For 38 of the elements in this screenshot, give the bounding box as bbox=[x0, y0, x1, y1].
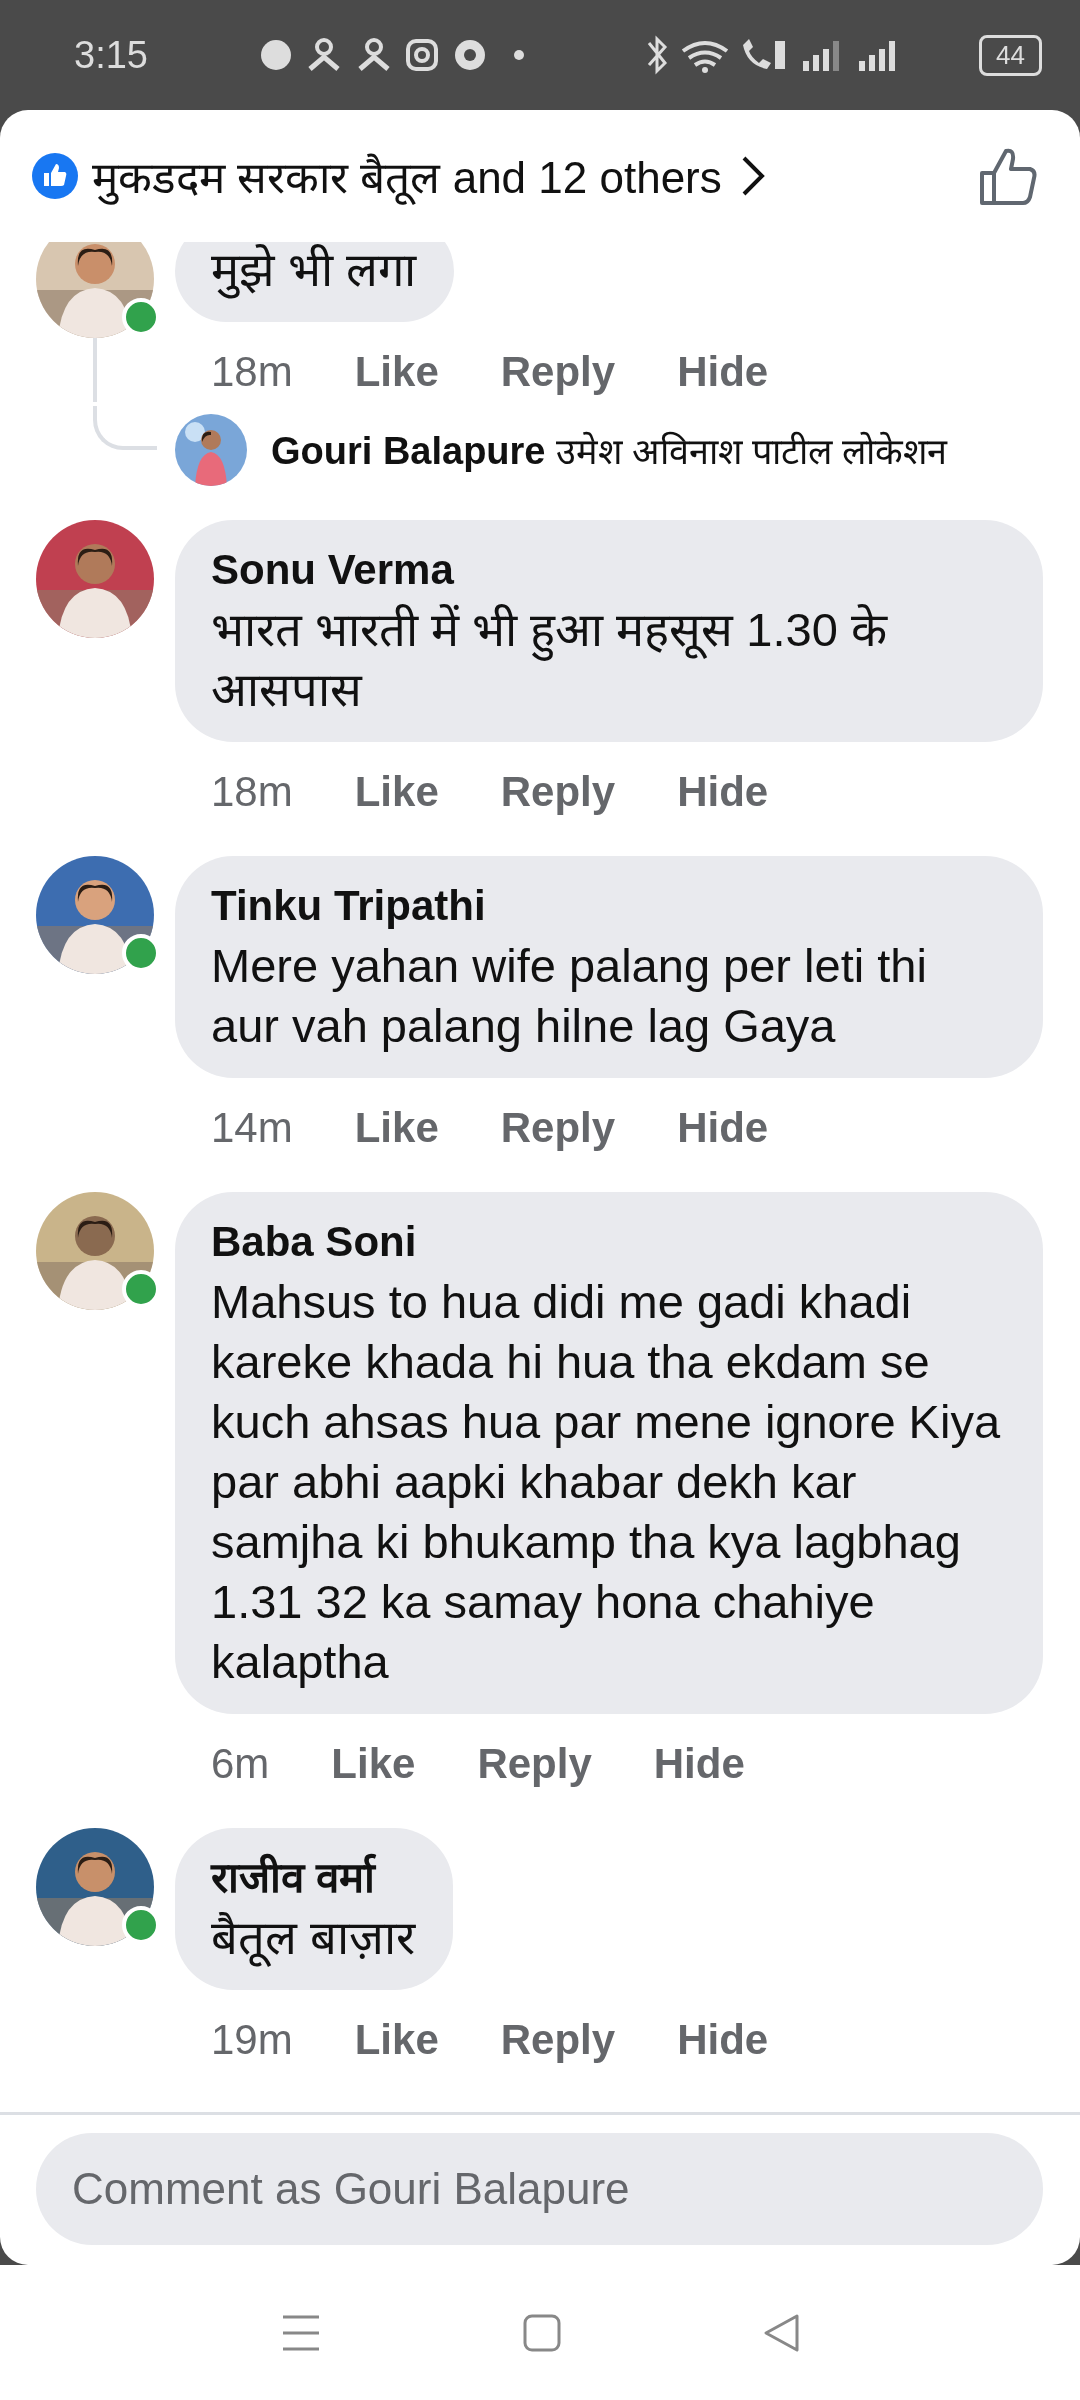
commenter-name: Sonu Verma bbox=[211, 545, 455, 595]
comment-action[interactable]: Hide bbox=[677, 1104, 769, 1152]
comment-action[interactable]: Reply bbox=[477, 1740, 592, 1788]
comment-action[interactable]: Hide bbox=[677, 2016, 769, 2064]
comment-time: 19m bbox=[211, 2016, 293, 2064]
comment-action[interactable]: Hide bbox=[653, 1740, 745, 1788]
comment-text: बैतूल बाज़ार bbox=[211, 1908, 416, 1968]
commenter-name: Tinku Tripathi bbox=[211, 881, 487, 931]
comment-action[interactable]: Hide bbox=[677, 348, 769, 396]
reply-preview-text[interactable]: Gouri Balapure उमेश अविनाश पाटील लोकेशन bbox=[271, 425, 947, 475]
comment-input-field[interactable]: Comment as Gouri Balapure bbox=[36, 2133, 1043, 2245]
comment-action[interactable]: Like bbox=[354, 1104, 439, 1152]
commenter-name: राजीव वर्मा bbox=[211, 1852, 377, 1903]
comment-action[interactable]: Like bbox=[354, 348, 439, 396]
home-square-icon[interactable] bbox=[522, 2312, 562, 2353]
comment-action[interactable]: Reply bbox=[500, 1104, 616, 1152]
comment-action[interactable]: Reply bbox=[500, 768, 616, 816]
battery-level: 44 bbox=[979, 34, 1042, 76]
commenter-name: Baba Soni bbox=[211, 1217, 418, 1267]
comment-action[interactable]: Reply bbox=[500, 2016, 616, 2064]
comment-action[interactable]: Like bbox=[354, 768, 439, 816]
thread-line bbox=[93, 406, 157, 450]
comment-text: मुझे भी लगा bbox=[211, 242, 417, 300]
status-time: 3:15 bbox=[74, 33, 148, 77]
comment-text: Mere yahan wife palang per leti thi aur vah palang hilne lag Gaya bbox=[211, 938, 928, 1054]
comment-action[interactable]: Like bbox=[331, 1740, 416, 1788]
comment-action[interactable]: Reply bbox=[500, 348, 616, 396]
comment-time: 18m bbox=[211, 348, 293, 396]
comment-time: 14m bbox=[211, 1104, 293, 1152]
comment-action[interactable]: Hide bbox=[677, 768, 769, 816]
thread-line bbox=[93, 338, 97, 402]
comment-time: 18m bbox=[211, 768, 293, 816]
reactions-link[interactable]: मुकडदम सरकार बैतूल and 12 others bbox=[92, 146, 722, 206]
like-reaction-icon bbox=[32, 153, 78, 199]
comment-text: Mahsus to hua didi me gadi khadi kareke khada hi hua tha ekdam se kuch ahsas hua par mene ignore Kiya par abhi aapki khabar dekh kar samjha ki bhukamp tha kya lagbhag 1.31 32 ka samay hona chahiye kalaptha bbox=[211, 1274, 1002, 1690]
comment-action[interactable]: Like bbox=[354, 2016, 439, 2064]
comment-time: 6m bbox=[211, 1740, 270, 1788]
comment-text: भारत भारती में भी हुआ महसूस 1.30 के आसपास bbox=[211, 602, 889, 718]
